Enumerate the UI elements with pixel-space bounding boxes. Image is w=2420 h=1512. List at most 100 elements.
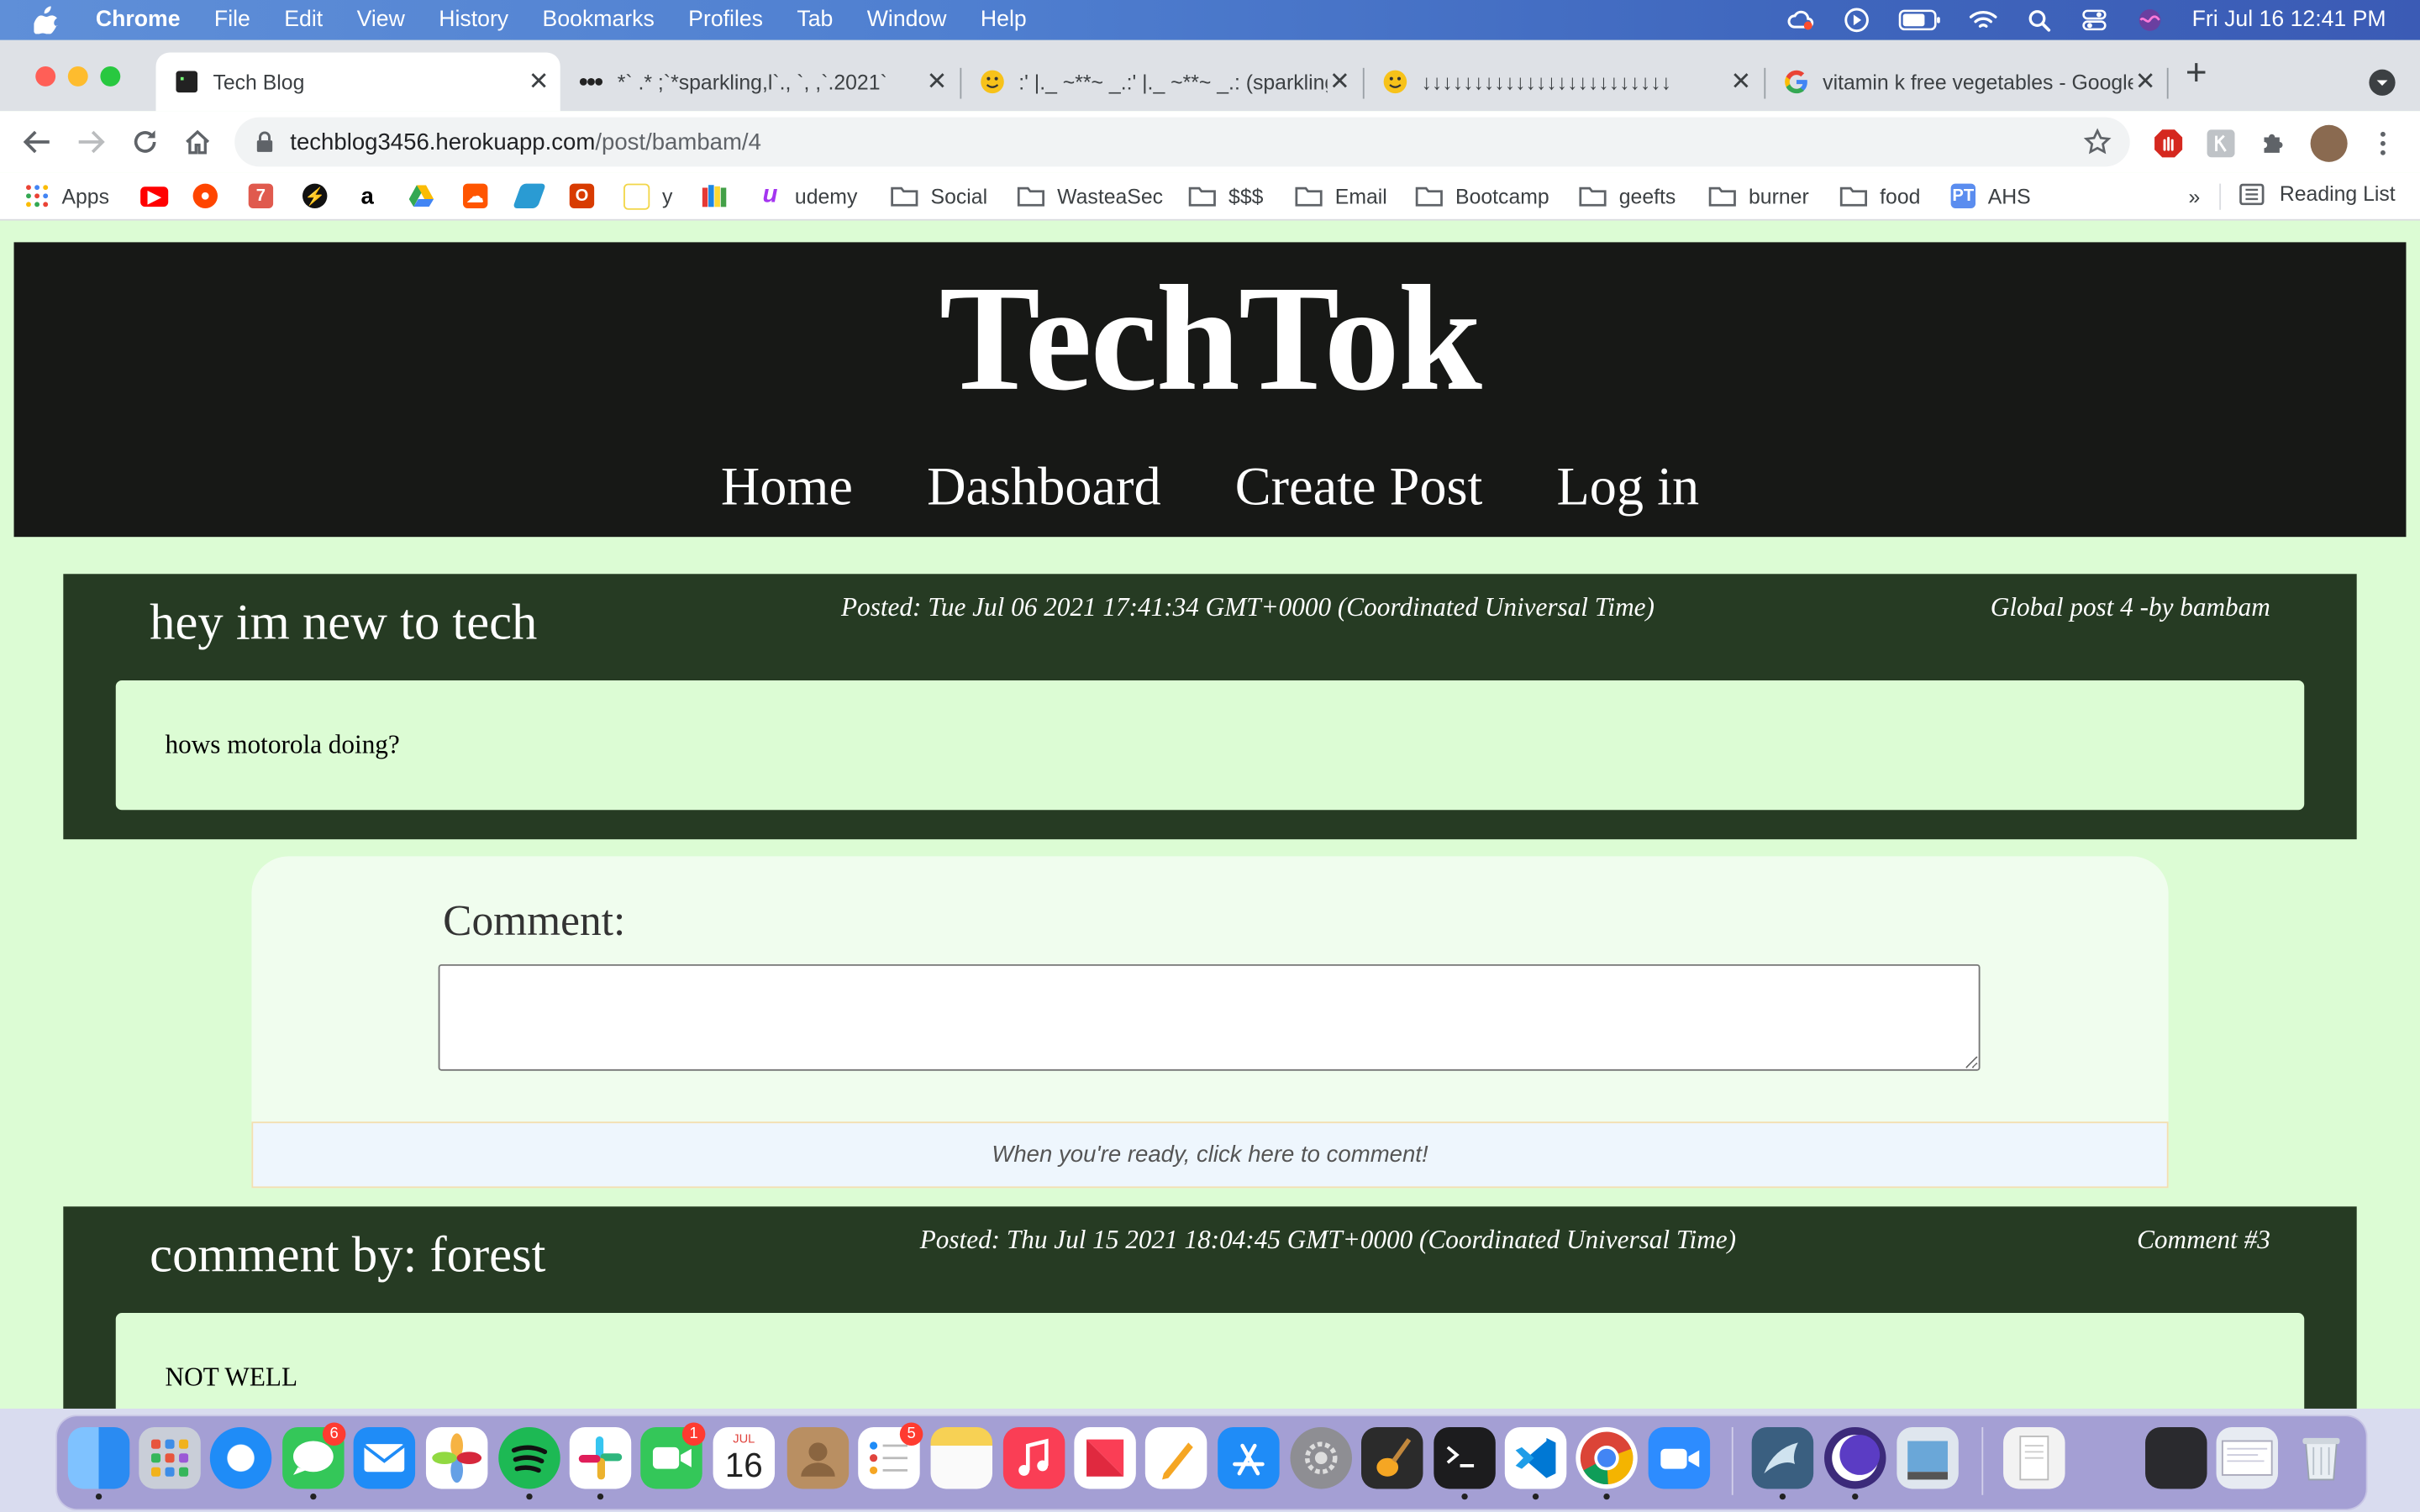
document-stack-icon[interactable] <box>2003 1426 2065 1489</box>
calendar-icon[interactable]: JUL 16 <box>713 1426 776 1489</box>
bookmark-folder-bootcamp[interactable]: Bootcamp <box>1415 182 1549 210</box>
nav-dashboard-link[interactable]: Dashboard <box>927 457 1160 518</box>
screenshot-stack-icon[interactable] <box>2145 1426 2207 1489</box>
bookmark-folder-email[interactable]: Email <box>1295 182 1387 210</box>
menu-edit[interactable]: Edit <box>284 8 323 32</box>
grey-extension-icon[interactable] <box>2206 128 2237 159</box>
preview-icon[interactable] <box>1897 1426 1959 1489</box>
wifi-icon[interactable] <box>1970 8 1998 32</box>
menu-profiles[interactable]: Profiles <box>688 8 763 32</box>
spotify-icon[interactable] <box>498 1426 560 1489</box>
launchpad-icon[interactable] <box>139 1426 201 1489</box>
tab-search-button[interactable] <box>2369 69 2396 96</box>
bookmark-folder-food[interactable]: food <box>1839 182 1920 210</box>
menu-window[interactable]: Window <box>867 8 947 32</box>
media-play-icon[interactable] <box>1844 8 1871 33</box>
tab-close-icon[interactable]: ✕ <box>924 66 949 97</box>
tab-tech-blog[interactable]: Tech Blog ✕ <box>155 52 560 112</box>
menu-view[interactable]: View <box>357 8 405 32</box>
chrome-icon[interactable] <box>1576 1426 1638 1489</box>
bookmark-folder-geefts[interactable]: geefts <box>1579 182 1676 210</box>
bookmark-folder-burner[interactable]: burner <box>1708 182 1809 210</box>
tab-arrows[interactable]: ↓↓↓↓↓↓↓↓↓↓↓↓↓↓↓↓↓↓↓↓↓↓↓↓ ✕ <box>1365 52 1763 111</box>
app-store-icon[interactable] <box>1218 1426 1280 1489</box>
mysql-workbench-icon[interactable] <box>1751 1426 1814 1489</box>
spotlight-search-icon[interactable] <box>2025 8 2053 32</box>
trash-icon[interactable] <box>2291 1427 2352 1488</box>
system-preferences-icon[interactable] <box>1290 1426 1352 1489</box>
apple-menu-icon[interactable] <box>34 6 67 34</box>
menu-help[interactable]: Help <box>981 8 1027 32</box>
window-thumbnail-icon[interactable] <box>2216 1426 2279 1489</box>
menu-history[interactable]: History <box>439 8 508 32</box>
garageband-icon[interactable] <box>1361 1426 1423 1489</box>
new-tab-button[interactable]: + <box>2186 55 2207 92</box>
spotify-like-icon[interactable]: ⚡ <box>302 182 339 210</box>
control-center-icon[interactable] <box>2081 8 2108 32</box>
creative-cloud-icon[interactable] <box>1787 8 1815 32</box>
news-icon[interactable] <box>1074 1426 1136 1489</box>
lock-icon[interactable] <box>256 131 275 153</box>
safari-icon[interactable] <box>209 1426 272 1489</box>
menu-file[interactable]: File <box>214 8 250 32</box>
tab-close-icon[interactable]: ✕ <box>1328 66 1352 97</box>
nav-create-post-link[interactable]: Create Post <box>1235 457 1483 518</box>
notes-icon[interactable] <box>930 1426 993 1489</box>
siri-icon[interactable] <box>2137 8 2165 32</box>
finder-icon[interactable] <box>67 1426 130 1489</box>
home-icon[interactable] <box>179 123 216 160</box>
soundcloud-icon[interactable]: ☁ <box>463 182 500 210</box>
reddit-icon[interactable]: ● <box>192 182 230 210</box>
window-zoom-button[interactable] <box>100 66 121 87</box>
window-minimize-button[interactable] <box>67 66 88 87</box>
menu-tab[interactable]: Tab <box>797 8 833 32</box>
tab-close-icon[interactable]: ✕ <box>1728 66 1753 97</box>
bookmarks-overflow-button[interactable]: » <box>2188 182 2200 210</box>
zoom-icon[interactable] <box>1648 1426 1711 1489</box>
slack-icon[interactable] <box>569 1426 632 1489</box>
eclipse-icon[interactable] <box>1824 1426 1886 1489</box>
tab-sparkling-1[interactable]: *` .* ;`*sparkling,l`., `, ,`.2021` ✕ <box>560 52 959 111</box>
music-icon[interactable] <box>1002 1426 1065 1489</box>
menubar-clock[interactable]: Fri Jul 16 12:41 PM <box>2192 8 2386 32</box>
office-icon[interactable]: O <box>569 182 607 210</box>
forward-arrow-icon[interactable] <box>72 123 109 160</box>
reading-list-button[interactable]: Reading List <box>2239 182 2396 205</box>
chrome-menu-icon[interactable] <box>2368 128 2399 159</box>
vscode-icon[interactable] <box>1504 1426 1567 1489</box>
bookmark-ahs[interactable]: PT AHS <box>1950 182 2031 210</box>
bookmark-folder-wasteasec[interactable]: WasteaSec <box>1017 182 1163 210</box>
address-bar[interactable]: techblog3456.herokuapp.com/post/bambam/4 <box>234 117 2130 167</box>
menu-app-chrome[interactable]: Chrome <box>96 8 181 32</box>
bookmark-folder-money[interactable]: $$$ <box>1188 182 1263 210</box>
menu-bookmarks[interactable]: Bookmarks <box>543 8 655 32</box>
bookmark-y[interactable]: y <box>623 182 672 210</box>
google-drive-icon[interactable] <box>408 182 446 210</box>
comment-textarea[interactable] <box>438 963 1981 1071</box>
contacts-icon[interactable] <box>786 1426 850 1489</box>
pages-icon[interactable] <box>1144 1426 1207 1489</box>
tab-close-icon[interactable]: ✕ <box>2133 66 2157 97</box>
bookmark-folder-social[interactable]: Social <box>891 182 987 210</box>
youtube-icon[interactable]: ▶ <box>140 182 181 210</box>
submit-comment-button[interactable]: When you're ready, click here to comment… <box>251 1121 2169 1189</box>
nav-login-link[interactable]: Log in <box>1557 457 1700 518</box>
bookmark-apps[interactable]: Apps <box>24 182 109 210</box>
photos-icon[interactable] <box>425 1426 488 1489</box>
amazon-icon[interactable]: a <box>355 182 392 210</box>
reload-icon[interactable] <box>127 123 164 160</box>
profile-avatar[interactable] <box>2310 124 2348 162</box>
blue-bookmark-icon[interactable] <box>512 182 554 210</box>
back-arrow-icon[interactable] <box>18 123 55 160</box>
calendar-bookmark-icon[interactable]: 7 <box>248 182 286 210</box>
tab-close-icon[interactable]: ✕ <box>526 66 550 97</box>
window-close-button[interactable] <box>35 66 56 87</box>
terminal-icon[interactable] <box>1434 1426 1496 1489</box>
nav-home-link[interactable]: Home <box>721 457 853 518</box>
battery-icon[interactable] <box>1899 8 1942 32</box>
mail-icon[interactable] <box>353 1426 416 1489</box>
books-icon[interactable] <box>702 182 739 210</box>
bookmark-star-icon[interactable] <box>2083 128 2112 161</box>
extensions-puzzle-icon[interactable] <box>2258 128 2289 159</box>
bookmark-udemy[interactable]: u udemy <box>758 182 858 210</box>
